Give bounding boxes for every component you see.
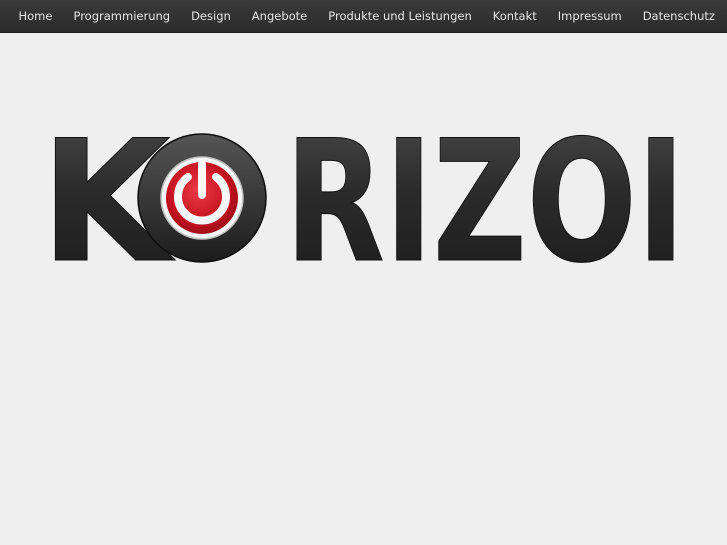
korizoi-logo: K RIZOI xyxy=(40,120,690,280)
nav-item-programmierung[interactable]: Programmierung xyxy=(63,0,181,33)
top-navigation-bar: Home Programmierung Design Angebote Prod… xyxy=(0,0,727,33)
nav-item-datenschutz[interactable]: Datenschutz xyxy=(632,0,725,33)
nav-item-angebote[interactable]: Angebote xyxy=(241,0,317,33)
nav-item-design[interactable]: Design xyxy=(181,0,242,33)
logo-graphic: K RIZOI xyxy=(40,120,686,280)
logo-letters-rizoi: RIZOI xyxy=(285,120,685,280)
nav-item-impressum[interactable]: Impressum xyxy=(547,0,632,33)
power-button-icon xyxy=(137,133,267,263)
nav-item-home[interactable]: Home xyxy=(8,0,63,33)
nav-item-produkte-und-leistungen[interactable]: Produkte und Leistungen xyxy=(318,0,482,33)
nav-item-kontakt[interactable]: Kontakt xyxy=(482,0,547,33)
nav-menu: Home Programmierung Design Angebote Prod… xyxy=(8,0,725,33)
